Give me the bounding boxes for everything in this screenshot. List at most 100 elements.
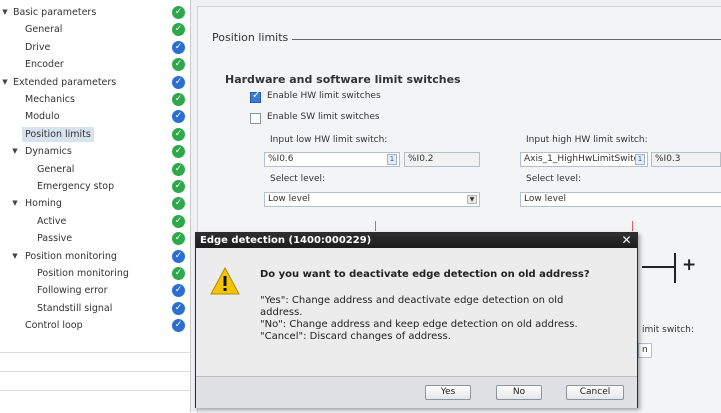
dialog-body-line: "Yes": Change address and deactivate edg…: [260, 295, 564, 306]
nav-item[interactable]: ▼ Basic parameters ✓: [0, 4, 190, 21]
dialog-body-line: address.: [260, 307, 303, 318]
high-hw-value: Axis_1_HighHwLimitSwitc: [524, 154, 639, 164]
nav-item[interactable]: Modulo ✓: [0, 108, 190, 125]
nav-item[interactable]: Position limits ✓: [0, 126, 190, 143]
nav-divider: [0, 390, 190, 391]
select-level-low-dropdown[interactable]: Low level ▼: [264, 192, 480, 207]
axis-end-bar: [674, 253, 676, 283]
nav-item[interactable]: General ✓: [0, 21, 190, 38]
high-hw-address: %I0.3: [651, 152, 721, 167]
check-blue-icon: ✓: [172, 301, 185, 315]
high-hw-input[interactable]: Axis_1_HighHwLimitSwitc 1: [520, 152, 648, 167]
limit-marker-high: [632, 221, 633, 231]
nav-item[interactable]: Drive ✓: [0, 39, 190, 56]
expand-arrow-icon[interactable]: ▼: [1, 5, 9, 20]
enable-hw-row[interactable]: Enable HW limit switches: [250, 90, 450, 105]
nav-divider: [0, 371, 190, 372]
nav-item-label: Active: [37, 215, 67, 227]
check-blue-icon: ✓: [172, 284, 185, 298]
chevron-down-icon: ▼: [467, 195, 477, 204]
check-green-icon: ✓: [172, 232, 185, 246]
partial-limit-switch-label: imit switch:: [642, 325, 694, 335]
nav-item[interactable]: Emergency stop ✓: [0, 178, 190, 195]
nav-item[interactable]: Active ✓: [0, 213, 190, 230]
nav-item[interactable]: ▼ Extended parameters ✓: [0, 74, 190, 91]
nav-item-label: Basic parameters: [13, 7, 97, 18]
dialog-body-line: "No": Change address and keep edge detec…: [260, 319, 578, 330]
nav-item-label: General: [25, 24, 63, 36]
dialog-footer: Yes No Cancel: [196, 376, 637, 408]
nav-empty-area: [0, 338, 190, 412]
nav-item-label: Emergency stop: [37, 181, 115, 192]
nav-item[interactable]: Standstill signal ✓: [0, 300, 190, 317]
warning-icon: [210, 267, 240, 295]
enable-sw-row[interactable]: Enable SW limit switches: [250, 112, 450, 126]
check-blue-icon: ✓: [172, 110, 185, 124]
expand-arrow-icon[interactable]: ▼: [11, 196, 19, 211]
close-icon[interactable]: ✕: [620, 233, 633, 248]
expand-arrow-icon[interactable]: ▼: [11, 144, 19, 159]
enable-hw-label: Enable HW limit switches: [267, 91, 381, 101]
enable-sw-checkbox[interactable]: [250, 113, 261, 124]
select-level-low-value: Low level: [268, 194, 310, 204]
low-hw-input[interactable]: %I0.6 1: [264, 152, 400, 167]
nav-item-label: Extended parameters: [13, 76, 117, 88]
nav-item[interactable]: Encoder ✓: [0, 56, 190, 73]
edge-detection-dialog: Edge detection (1400:000229) ✕ Do you wa…: [195, 232, 638, 408]
tag-browse-icon[interactable]: 1: [387, 154, 397, 165]
nav-item-label: Following error: [37, 285, 108, 297]
nav-item[interactable]: Control loop ✓: [0, 317, 190, 334]
nav-item-label: General: [37, 163, 75, 175]
yes-button[interactable]: Yes: [425, 385, 471, 400]
select-level-high-value: Low level: [524, 194, 566, 204]
tag-browse-icon[interactable]: 1: [635, 154, 645, 165]
select-level-label-high: Select level:: [526, 174, 582, 184]
check-blue-icon: ✓: [172, 249, 185, 263]
nav-item-label: Encoder: [25, 59, 64, 71]
nav-item[interactable]: Passive ✓: [0, 230, 190, 247]
group-title: Hardware and software limit switches: [225, 73, 461, 86]
partial-limit-switch-field[interactable]: n: [638, 343, 652, 358]
nav-item[interactable]: Position monitoring ✓: [0, 265, 190, 282]
nav-item[interactable]: ▼ Homing ✓: [0, 195, 190, 212]
check-green-icon: ✓: [172, 23, 185, 37]
cancel-button[interactable]: Cancel: [566, 385, 624, 400]
check-green-icon: ✓: [172, 162, 185, 176]
enable-sw-label: Enable SW limit switches: [267, 112, 380, 122]
no-button[interactable]: No: [496, 385, 542, 400]
select-level-high-dropdown[interactable]: Low level: [520, 192, 721, 207]
nav-item[interactable]: ▼ Dynamics ✓: [0, 143, 190, 160]
nav-item-label: Mechanics: [25, 94, 75, 105]
check-green-icon: ✓: [172, 197, 185, 211]
expand-arrow-icon[interactable]: ▼: [1, 75, 9, 90]
nav-item[interactable]: General ✓: [0, 161, 190, 178]
parameter-tree: ▼ Basic parameters ✓ General ✓ Drive ✓ Encoder ✓…: [0, 0, 191, 412]
check-green-icon: ✓: [172, 93, 185, 106]
plus-direction-icon: +: [682, 255, 697, 275]
nav-item-label: Passive: [37, 233, 73, 245]
check-blue-icon: ✓: [172, 40, 185, 54]
section-divider: [292, 39, 721, 40]
high-hw-label: Input high HW limit switch:: [526, 135, 648, 145]
dialog-titlebar: Edge detection (1400:000229) ✕: [196, 233, 637, 248]
check-green-icon: ✓: [172, 6, 185, 19]
nav-divider: [0, 352, 190, 353]
nav-item-label: Drive: [25, 41, 51, 53]
dialog-body: "Yes": Change address and deactivate edg…: [260, 295, 630, 343]
nav-item[interactable]: ▼ Position monitoring ✓: [0, 248, 190, 265]
expand-arrow-icon[interactable]: ▼: [11, 249, 19, 264]
nav-item-label: Position monitoring: [25, 250, 117, 262]
nav-item[interactable]: Mechanics ✓: [0, 91, 190, 108]
enable-hw-checkbox[interactable]: [250, 90, 261, 103]
nav-item-label: Homing: [25, 198, 62, 210]
dialog-body-line: "Cancel": Discard changes of address.: [260, 331, 451, 342]
check-green-icon: ✓: [172, 180, 185, 193]
check-blue-icon: ✓: [172, 319, 185, 333]
nav-item-label: Modulo: [25, 111, 60, 123]
check-blue-icon: ✓: [172, 75, 185, 89]
nav-item-label: Position monitoring: [37, 268, 129, 279]
nav-item-label: Standstill signal: [37, 302, 113, 314]
nav-item[interactable]: Following error ✓: [0, 282, 190, 299]
check-green-icon: ✓: [172, 58, 185, 72]
check-green-icon: ✓: [172, 127, 185, 141]
